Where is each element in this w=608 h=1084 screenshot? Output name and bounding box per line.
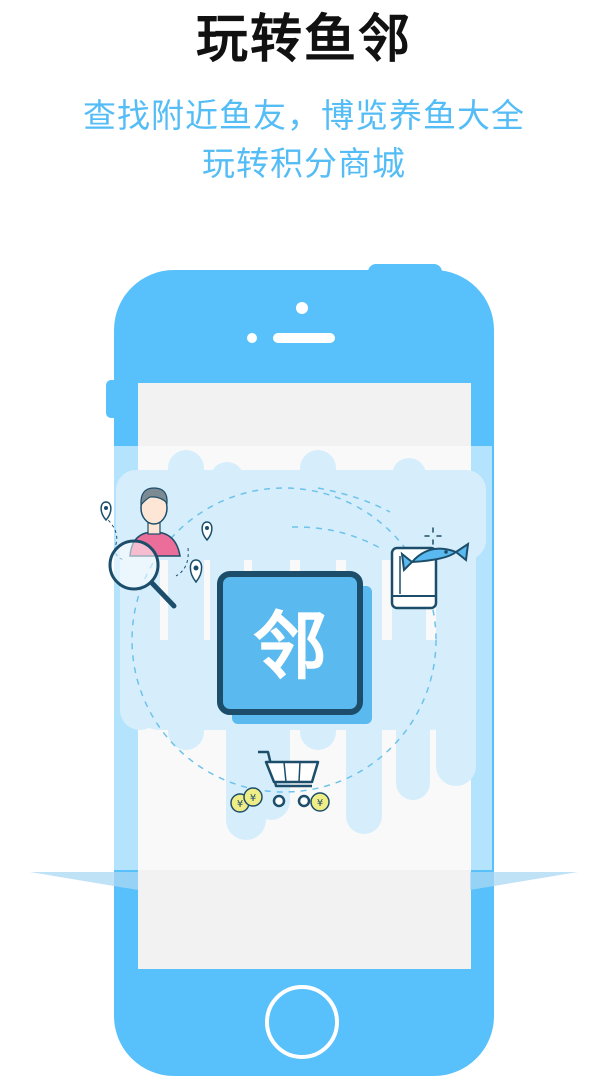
phone-camera: [296, 302, 308, 314]
coin-symbol: ¥: [250, 793, 256, 804]
illustration: 邻 ¥ ¥ ¥: [30, 264, 578, 1076]
location-pin-icon: [100, 501, 112, 522]
phone-speaker: [273, 333, 335, 343]
light-ray-right: [470, 872, 578, 890]
coin-icon: ¥: [310, 792, 330, 812]
coin-symbol: ¥: [237, 799, 243, 810]
logo-glyph: 邻: [253, 604, 327, 690]
coin-icon: ¥: [243, 787, 263, 807]
phone-sensor: [247, 333, 257, 343]
light-ray-left: [30, 872, 138, 890]
coin-symbol: ¥: [317, 798, 323, 809]
app-logo: 邻: [217, 571, 372, 724]
